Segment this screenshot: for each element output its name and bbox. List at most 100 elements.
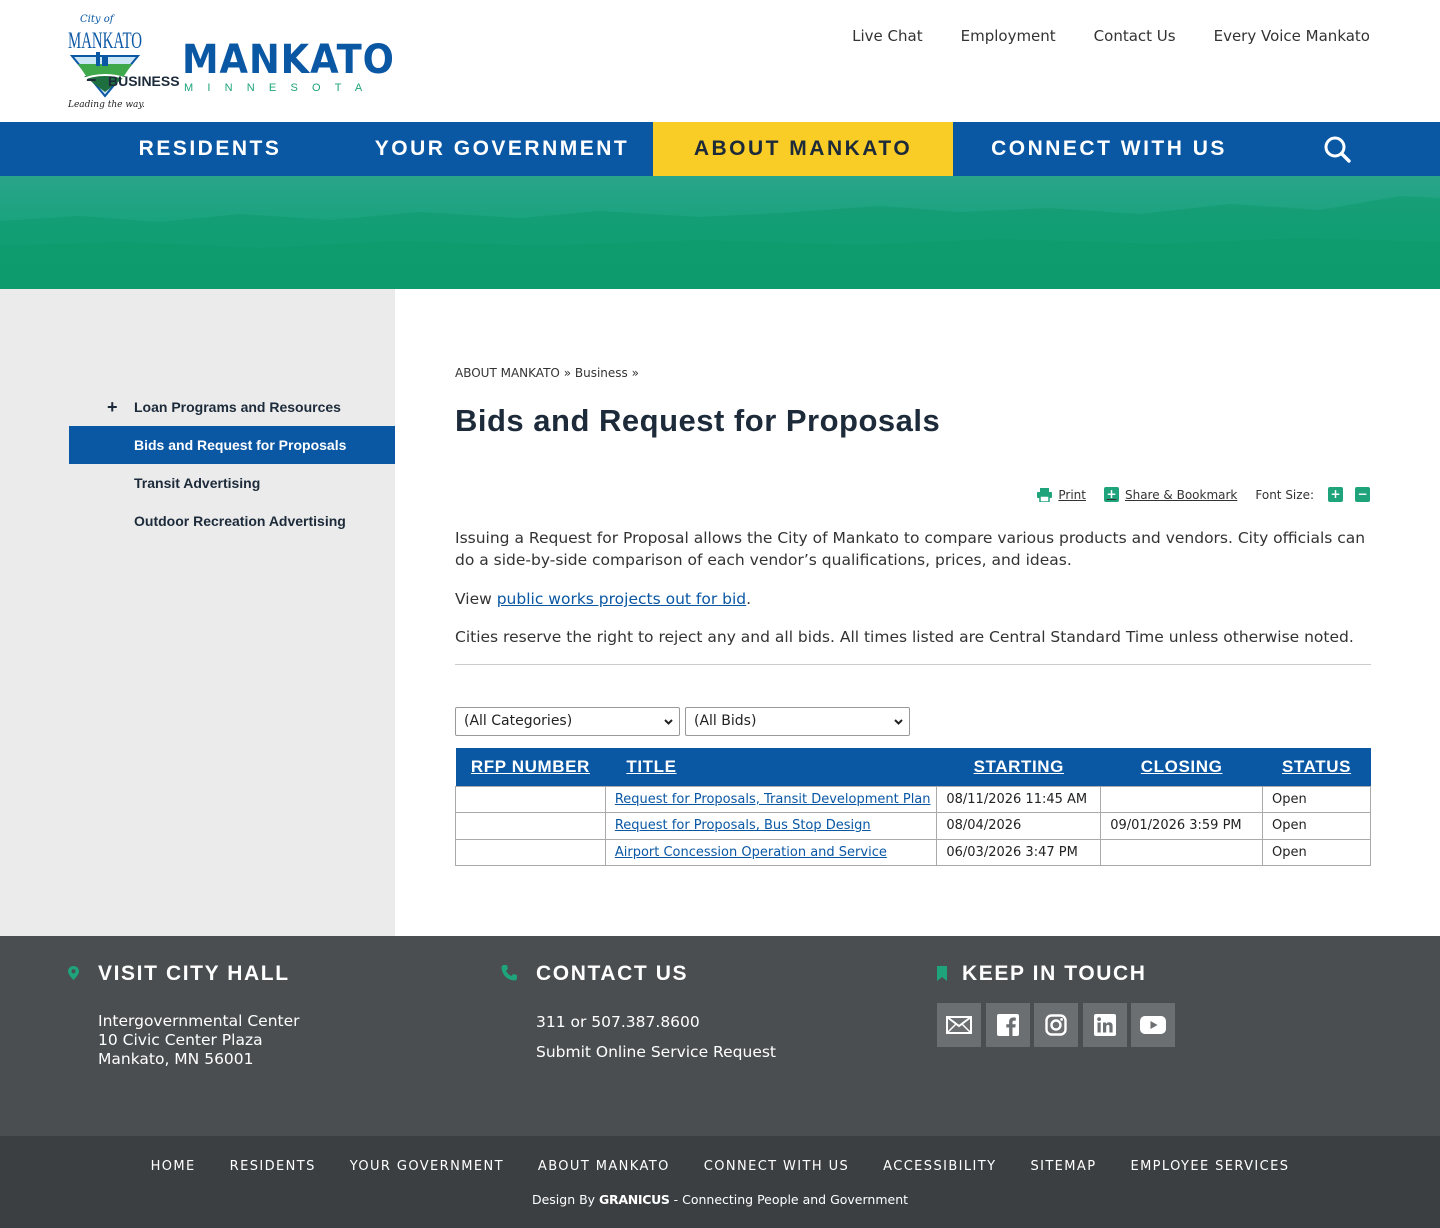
email-icon[interactable] bbox=[937, 1003, 981, 1047]
nav-about-mankato[interactable]: ABOUT MANKATO bbox=[653, 122, 953, 176]
address-line: Intergovernmental Center bbox=[98, 1012, 300, 1030]
cell-starting: 08/11/2026 11:45 AM bbox=[936, 785, 1102, 813]
plus-icon: + bbox=[1103, 487, 1119, 502]
cell-status: Open bbox=[1262, 812, 1371, 840]
expand-icon[interactable]: + bbox=[107, 388, 118, 426]
nav-your-government[interactable]: YOUR GOVERNMENT bbox=[351, 122, 653, 176]
main-nav: RESIDENTS YOUR GOVERNMENT ABOUT MANKATO … bbox=[0, 122, 1440, 176]
print-label: Print bbox=[1058, 487, 1086, 502]
table-row: Airport Concession Operation and Service… bbox=[455, 838, 1371, 866]
column-header-status[interactable]: STATUS bbox=[1262, 748, 1371, 786]
status-filter-select[interactable]: (All Bids) bbox=[685, 707, 910, 736]
youtube-icon[interactable] bbox=[1131, 1003, 1175, 1047]
column-header-starting[interactable]: STARTING bbox=[936, 748, 1101, 786]
notice-paragraph: Cities reserve the right to reject any a… bbox=[455, 628, 1354, 646]
footer-link-your-government[interactable]: YOUR GOVERNMENT bbox=[350, 1159, 504, 1174]
utility-nav: Live Chat Employment Contact Us Every Vo… bbox=[852, 27, 1370, 45]
cell-starting: 06/03/2026 3:47 PM bbox=[936, 838, 1102, 866]
cell-title: Request for Proposals, Transit Developme… bbox=[604, 785, 938, 813]
font-size-control: Font Size: + − bbox=[1255, 487, 1370, 502]
map-pin-icon bbox=[68, 966, 79, 980]
footer-link-connect-with-us[interactable]: CONNECT WITH US bbox=[704, 1159, 849, 1174]
sidebar-section-business[interactable]: − BUSINESS bbox=[86, 70, 180, 91]
font-increase-icon[interactable]: + bbox=[1328, 487, 1343, 502]
page-title: Bids and Request for Proposals bbox=[455, 403, 941, 438]
footer-link-employee-services[interactable]: EMPLOYEE SERVICES bbox=[1130, 1159, 1289, 1174]
bid-title-link[interactable]: Request for Proposals, Transit Developme… bbox=[615, 792, 931, 807]
mankato-wordmark[interactable]: MANKATO MINNESOTA bbox=[182, 40, 413, 94]
cell-closing bbox=[1100, 838, 1264, 866]
cell-rfp bbox=[455, 785, 606, 813]
table-row: Request for Proposals, Bus Stop Design 0… bbox=[455, 812, 1371, 840]
footer-link-residents[interactable]: RESIDENTS bbox=[230, 1159, 316, 1174]
breadcrumb-separator: » bbox=[631, 366, 639, 380]
sidebar-item-outdoor-recreation[interactable]: Outdoor Recreation Advertising bbox=[69, 502, 395, 540]
credit-prefix: Design By bbox=[531, 1192, 600, 1207]
linkedin-icon[interactable] bbox=[1083, 1003, 1127, 1047]
font-decrease-icon[interactable]: − bbox=[1355, 487, 1370, 502]
granicus-link[interactable]: GRANICUS bbox=[599, 1192, 670, 1207]
footer-link-accessibility[interactable]: ACCESSIBILITY bbox=[883, 1159, 996, 1174]
cell-rfp bbox=[455, 838, 606, 866]
footer-heading-keep-in-touch: KEEP IN TOUCH bbox=[962, 962, 1147, 985]
sidebar-item-bids[interactable]: Bids and Request for Proposals bbox=[69, 426, 395, 464]
footer-bottom-bar bbox=[0, 1136, 1440, 1228]
column-header-title[interactable]: TITLE bbox=[605, 748, 937, 786]
service-request-link[interactable]: Submit Online Service Request bbox=[536, 1043, 776, 1062]
city-seal-logo[interactable]: City of MANKATO Leading the way... bbox=[66, 10, 151, 112]
cell-closing: 09/01/2026 3:59 PM bbox=[1100, 812, 1264, 840]
nav-residents[interactable]: RESIDENTS bbox=[69, 122, 351, 176]
share-bookmark-button[interactable]: + Share & Bookmark bbox=[1103, 487, 1238, 502]
nav-connect-with-us[interactable]: CONNECT WITH US bbox=[953, 122, 1265, 176]
public-works-link[interactable]: public works projects out for bid bbox=[497, 590, 746, 608]
utility-link-live-chat[interactable]: Live Chat bbox=[852, 27, 922, 45]
contact-phone[interactable]: 311 or 507.387.8600 bbox=[536, 1013, 700, 1032]
sidebar-item-transit-advertising[interactable]: Transit Advertising bbox=[69, 464, 395, 502]
print-button[interactable]: Print bbox=[1037, 487, 1086, 502]
breadcrumb-business[interactable]: Business bbox=[575, 366, 628, 380]
cell-status: Open bbox=[1262, 838, 1371, 866]
view-paragraph: View public works projects out for bid. bbox=[455, 588, 1371, 610]
breadcrumb-about-mankato[interactable]: ABOUT MANKATO bbox=[455, 366, 560, 380]
cell-rfp bbox=[455, 812, 606, 840]
category-filter-select[interactable]: (All Categories) bbox=[455, 707, 680, 736]
bids-table: RFP NUMBER TITLE STARTING CLOSING STATUS… bbox=[455, 748, 1371, 866]
sidebar-item-label: Outdoor Recreation Advertising bbox=[134, 513, 346, 529]
chevron-down-icon bbox=[664, 719, 673, 725]
address-line: Mankato, MN 56001 bbox=[98, 1050, 254, 1068]
design-credit: Design By GRANICUS - Connecting People a… bbox=[0, 1192, 1440, 1207]
facebook-icon[interactable] bbox=[986, 1003, 1030, 1047]
utility-link-employment[interactable]: Employment bbox=[961, 27, 1056, 45]
chevron-down-icon bbox=[894, 719, 903, 725]
svg-text:Leading the way...: Leading the way... bbox=[67, 100, 144, 110]
footer-link-sitemap[interactable]: SITEMAP bbox=[1030, 1159, 1096, 1174]
printer-icon bbox=[1037, 487, 1053, 502]
credit-suffix: - Connecting People and Government bbox=[669, 1192, 909, 1207]
wordmark-state: MINNESOTA bbox=[184, 82, 377, 94]
bid-title-link[interactable]: Airport Concession Operation and Service bbox=[615, 845, 887, 860]
bookmark-icon bbox=[937, 966, 947, 981]
site-header: City of MANKATO Leading the way... MANKA… bbox=[0, 0, 1440, 122]
cell-closing bbox=[1100, 785, 1264, 813]
sidebar-section-label: BUSINESS bbox=[108, 72, 180, 89]
bid-title-link[interactable]: Request for Proposals, Bus Stop Design bbox=[615, 818, 871, 833]
sidebar-item-loan-programs[interactable]: + Loan Programs and Resources bbox=[69, 388, 395, 426]
footer-heading-visit: VISIT CITY HALL bbox=[98, 962, 290, 985]
column-header-closing[interactable]: CLOSING bbox=[1100, 748, 1263, 786]
cell-starting: 08/04/2026 bbox=[936, 812, 1102, 840]
column-header-rfp-number[interactable]: RFP NUMBER bbox=[455, 748, 606, 786]
utility-link-every-voice[interactable]: Every Voice Mankato bbox=[1214, 27, 1370, 45]
phone-icon bbox=[501, 965, 517, 981]
footer-link-home[interactable]: HOME bbox=[151, 1159, 196, 1174]
collapse-icon[interactable]: − bbox=[86, 70, 97, 91]
utility-link-contact-us[interactable]: Contact Us bbox=[1094, 27, 1176, 45]
search-icon[interactable] bbox=[1322, 134, 1352, 164]
share-label: Share & Bookmark bbox=[1124, 487, 1238, 502]
footer-heading-contact: CONTACT US bbox=[536, 962, 689, 985]
table-row: Request for Proposals, Transit Developme… bbox=[455, 785, 1371, 813]
instagram-icon[interactable] bbox=[1034, 1003, 1078, 1047]
intro-paragraph: Issuing a Request for Proposal allows th… bbox=[455, 529, 1366, 569]
view-prefix: View bbox=[455, 590, 497, 608]
footer-link-about-mankato[interactable]: ABOUT MANKATO bbox=[538, 1159, 670, 1174]
breadcrumb: ABOUT MANKATO » Business » bbox=[455, 366, 639, 380]
